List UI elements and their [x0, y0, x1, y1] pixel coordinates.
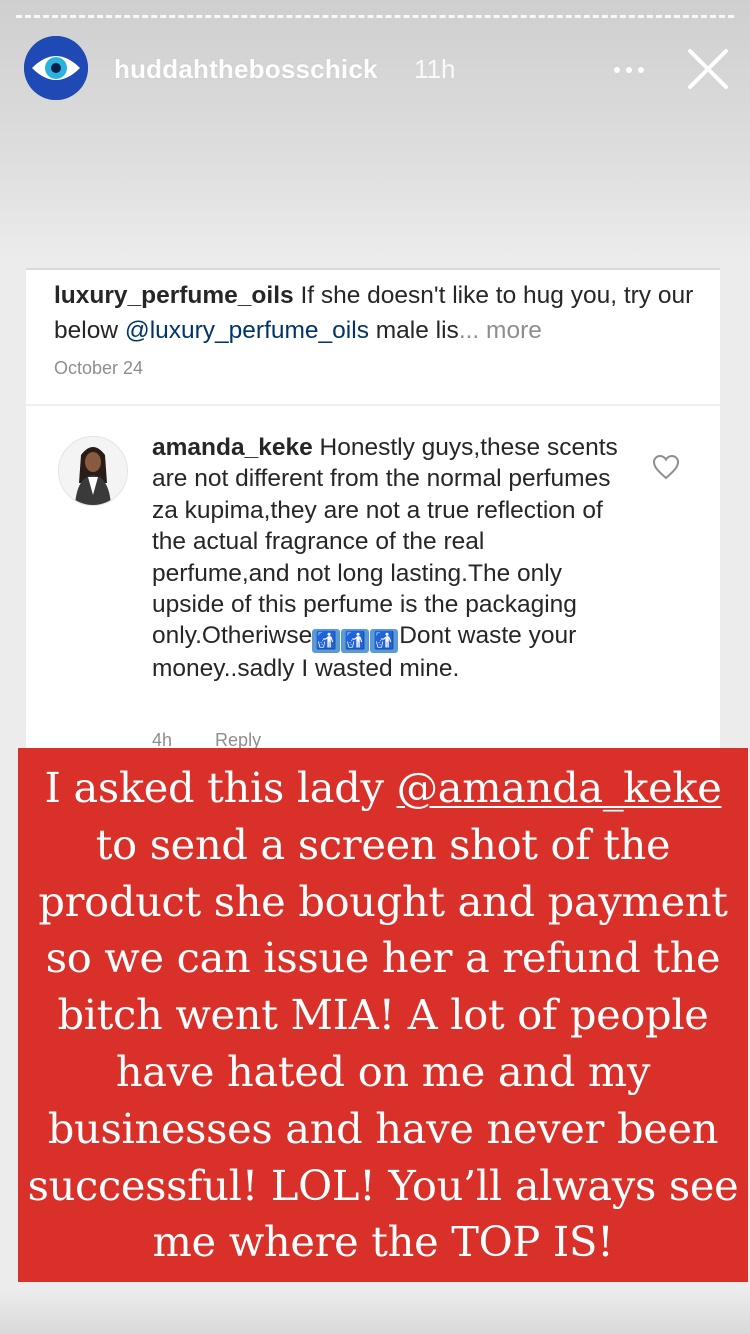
post-author[interactable]: luxury_perfume_oils [54, 282, 294, 309]
eye-logo-icon [24, 36, 88, 100]
comment-text: amanda_keke Honestly guys,these scents a… [152, 432, 622, 685]
comment-time: 4h [152, 730, 173, 748]
post-caption: luxury_perfume_oils If she doesn't like … [54, 278, 704, 348]
caption-text: I asked this lady [44, 763, 397, 812]
divider [26, 404, 720, 406]
story-header: huddahthebosschick 11h [24, 36, 730, 102]
more-options-button[interactable] [609, 50, 649, 90]
trash-emoji-icon: 🚮 [370, 629, 399, 654]
caption-mention[interactable]: @amanda_keke [397, 763, 722, 812]
caption-text-end: to send a screen shot of the product she… [27, 819, 739, 1267]
comment-body: Honestly guys,these scents are not diffe… [152, 434, 618, 650]
comment-meta: 4h Reply [152, 730, 299, 748]
story-timestamp: 11h [414, 54, 456, 84]
person-avatar-icon [59, 437, 127, 505]
comment-author[interactable]: amanda_keke [152, 434, 313, 461]
story-caption: I asked this lady @amanda_keke to send a… [18, 748, 748, 1271]
more-link[interactable]: ... more [459, 317, 542, 344]
close-icon [688, 49, 728, 89]
screenshot-top-border [26, 268, 720, 270]
reply-link[interactable]: Reply [215, 730, 261, 748]
trash-emoji-icon: 🚮 [312, 629, 341, 654]
post-mention[interactable]: @luxury_perfume_oils [125, 317, 369, 344]
commenter-avatar[interactable] [58, 436, 128, 506]
story-caption-box: I asked this lady @amanda_keke to send a… [18, 748, 748, 1282]
heart-icon [652, 454, 680, 480]
trash-emoji-icon: 🚮 [341, 629, 370, 654]
like-comment-button[interactable] [652, 454, 680, 480]
close-button[interactable] [684, 45, 732, 93]
post-date: October 24 [54, 358, 144, 378]
story-username[interactable]: huddahthebosschick [114, 54, 378, 85]
more-horizontal-icon [614, 67, 644, 73]
comment-screenshot: luxury_perfume_oils If she doesn't like … [26, 268, 720, 748]
story-progress-bar [16, 15, 734, 18]
post-text-end: male lis [368, 317, 459, 344]
profile-avatar[interactable] [24, 36, 88, 100]
